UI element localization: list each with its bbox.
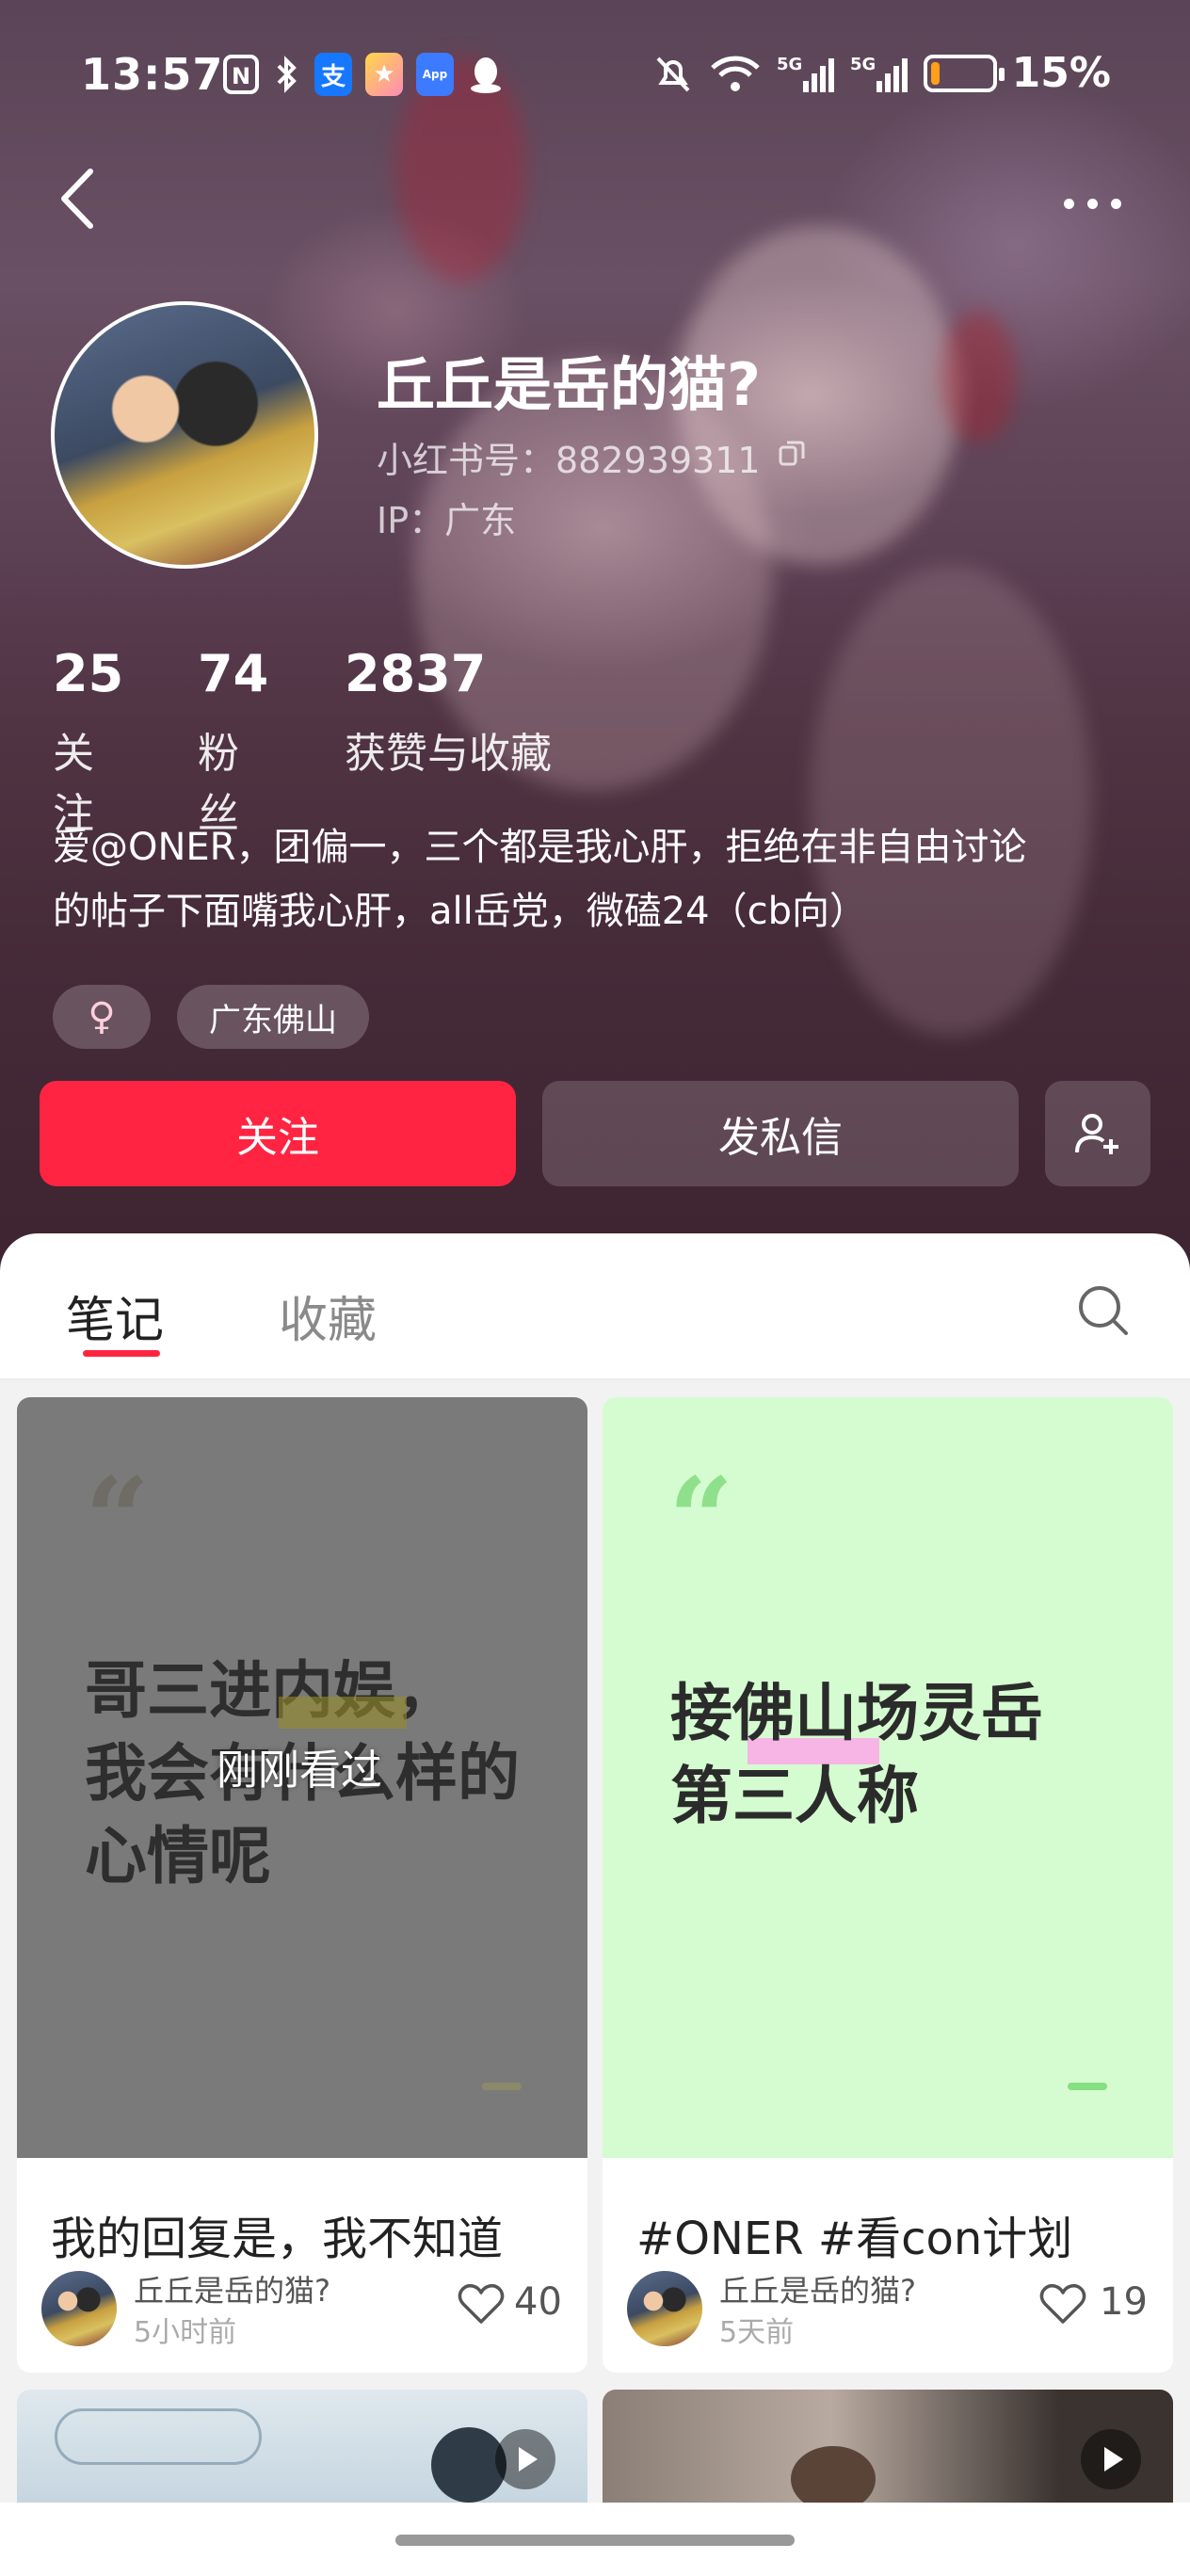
recently-viewed-label: 刚刚看过 [217, 1747, 382, 1795]
follow-button[interactable]: 关注 [40, 1081, 516, 1186]
note-card[interactable]: “ 哥三进内娱， 我会有什么样的 心情呢 刚刚看过 我的回复是，我不知道 丘丘是… [17, 1397, 587, 2373]
cover-line: 接佛山场灵岳 [670, 1677, 1043, 1749]
wifi-icon [710, 56, 760, 91]
stat-likes-collects[interactable]: 2837 获赞与收藏 [345, 646, 589, 780]
video-play-icon [1081, 2429, 1141, 2489]
alipay-icon: 支 [314, 53, 352, 96]
heart-icon[interactable] [1039, 2282, 1086, 2326]
stat-followers[interactable]: 74 粉丝 [198, 646, 268, 840]
thumbnail-graffiti [55, 2408, 262, 2465]
gender-tag: ♀ [53, 985, 151, 1049]
stat-number: 74 [198, 644, 269, 703]
cover-line: 心情呢 [85, 1820, 271, 1892]
note-thumbnail[interactable] [603, 2390, 1173, 2503]
stat-number: 25 [53, 644, 124, 703]
search-icon[interactable] [1075, 1282, 1132, 1339]
note-title[interactable]: #ONER #看con计划 [636, 2201, 1072, 2267]
post-time: 5天前 [719, 2316, 795, 2349]
svg-text:5G: 5G [777, 55, 802, 74]
nfc-icon: N [223, 55, 259, 94]
tab-notes[interactable]: 笔记 [66, 1280, 164, 1351]
tab-collections[interactable]: 收藏 [279, 1280, 377, 1351]
highlight-mark [279, 1697, 407, 1729]
message-button[interactable]: 发私信 [542, 1081, 1019, 1186]
author-name[interactable]: 丘丘是岳的猫? [719, 2267, 916, 2310]
app-icon: ★ [365, 53, 403, 96]
app-market-icon: App [416, 53, 454, 96]
note-cover[interactable]: “ 哥三进内娱， 我会有什么样的 心情呢 刚刚看过 [17, 1397, 587, 2158]
bio-line: 的帖子下面嘴我心肝，all岳党，微磕24（cb向） [53, 890, 868, 933]
profile-name: 丘丘是岳的猫? [377, 350, 761, 419]
stat-number: 2837 [345, 644, 487, 703]
add-user-icon [1075, 1114, 1118, 1154]
mute-icon [656, 56, 690, 91]
copy-icon[interactable] [778, 439, 806, 467]
quote-mark-icon: “ [85, 1453, 151, 1586]
signal-5g-icon: 5G [777, 55, 834, 92]
add-friend-button[interactable] [1045, 1081, 1150, 1186]
cover-line: 第三人称 [670, 1760, 919, 1832]
like-count: 40 [514, 2280, 562, 2324]
status-time: 13:57 [81, 49, 224, 100]
note-thumbnail[interactable] [17, 2390, 587, 2503]
cover-dash [1068, 2083, 1107, 2090]
like-count: 19 [1100, 2280, 1148, 2324]
author-avatar[interactable] [40, 2269, 119, 2348]
signal-5g-icon: 5G [850, 55, 908, 92]
video-play-icon [495, 2429, 555, 2489]
quote-mark-icon: “ [668, 1453, 734, 1586]
note-card[interactable]: “ 接佛山场灵岳 第三人称 #ONER #看con计划 丘丘是岳的猫? 5天前 … [603, 1397, 1173, 2373]
location-tag: 广东佛山 [177, 985, 369, 1049]
battery-percent: 15% [1011, 49, 1111, 97]
svg-text:N: N [232, 63, 250, 89]
status-bar: 13:57 N 支 ★ App 5G 5G 15% [0, 45, 1190, 111]
thumbnail-figure [791, 2446, 876, 2503]
cover-dash [482, 2083, 522, 2090]
svg-text:5G: 5G [850, 55, 876, 74]
avatar[interactable] [51, 301, 318, 569]
note-title[interactable]: 我的回复是，我不知道 [51, 2201, 503, 2267]
active-tab-indicator [83, 1350, 160, 1357]
bio: 爱@ONER，团偏一，三个都是我心肝，拒绝在非自由讨论 的帖子下面嘴我心肝，al… [53, 815, 1145, 943]
cover-text: 接佛山场灵岳 第三人称 [670, 1672, 1141, 1838]
author-avatar[interactable] [625, 2269, 704, 2348]
bluetooth-icon [277, 56, 297, 93]
home-indicator[interactable] [395, 2535, 795, 2546]
qq-icon [471, 57, 501, 93]
red-id: 小红书号：882939311 [377, 440, 761, 481]
ip-location: IP：广东 [377, 500, 517, 541]
heart-icon[interactable] [458, 2282, 505, 2326]
bio-line: 爱@ONER，团偏一，三个都是我心肝，拒绝在非自由讨论 [53, 826, 1027, 869]
author-name[interactable]: 丘丘是岳的猫? [134, 2267, 330, 2310]
battery-icon [923, 54, 1005, 92]
female-icon: ♀ [88, 995, 116, 1038]
system-nav-bar [0, 2503, 1190, 2576]
back-icon[interactable] [55, 166, 102, 232]
more-options-icon[interactable] [1064, 185, 1139, 222]
content-tabs: 笔记 收藏 [0, 1233, 1190, 1380]
note-cover[interactable]: “ 接佛山场灵岳 第三人称 [603, 1397, 1173, 2158]
profile-header: 13:57 N 支 ★ App 5G 5G 15% 丘丘是岳的猫? 小红书号：8… [0, 0, 1190, 1280]
stat-following[interactable]: 25 关注 [53, 646, 123, 840]
stat-label: 获赞与收藏 [345, 730, 552, 778]
post-time: 5小时前 [134, 2316, 237, 2349]
profile-page: 13:57 N 支 ★ App 5G 5G 15% 丘丘是岳的猫? 小红书号：8… [0, 0, 1190, 2576]
